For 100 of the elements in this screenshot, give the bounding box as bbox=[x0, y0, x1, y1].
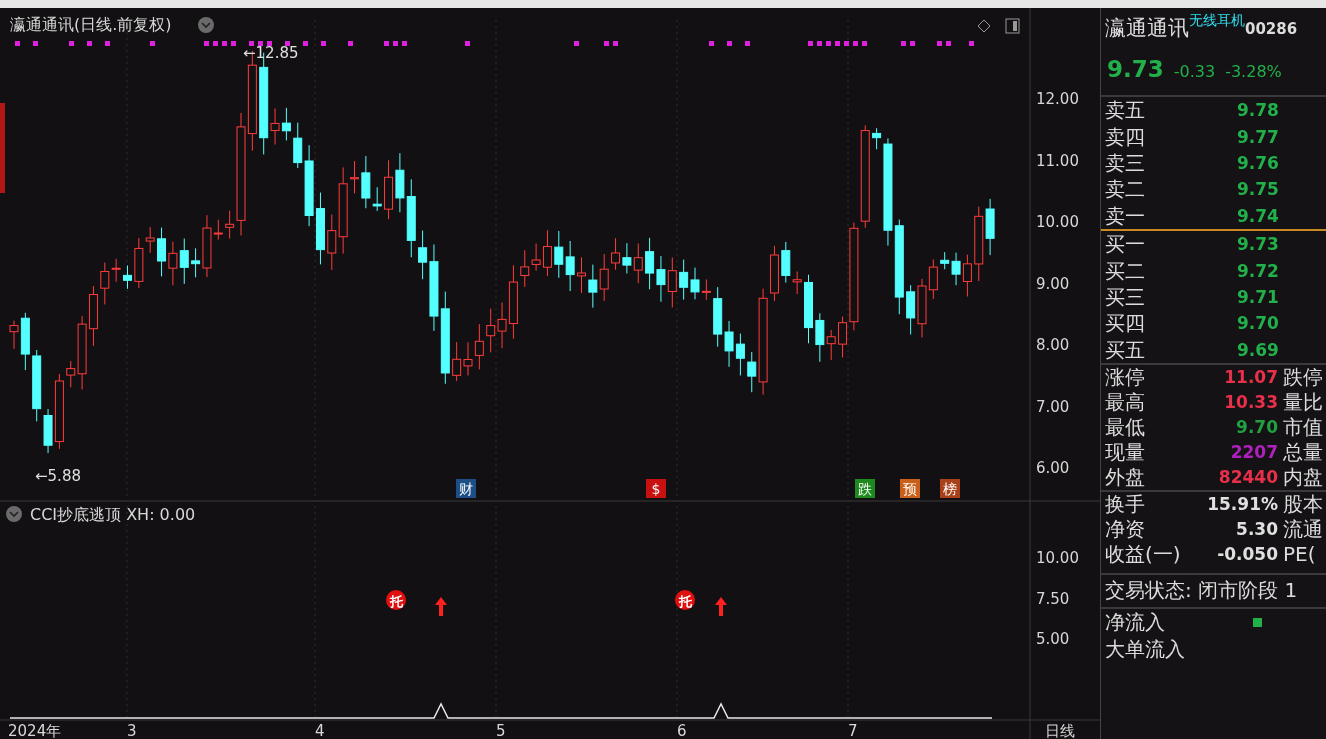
price-tick: 12.00 bbox=[1036, 90, 1079, 108]
candle bbox=[962, 254, 972, 297]
indicator-title: CCI抄底逃顶 XH: 0.00 bbox=[30, 505, 196, 524]
stock-name: 瀛通通讯 bbox=[1105, 16, 1189, 42]
indicator-tick: 5.00 bbox=[1036, 630, 1070, 648]
candle bbox=[985, 198, 995, 256]
high-price-label: ←12.85 bbox=[243, 44, 299, 62]
stat-label: 跌停 bbox=[1283, 364, 1324, 391]
candle bbox=[667, 257, 677, 308]
flow-bar bbox=[1253, 617, 1262, 627]
candle bbox=[350, 160, 359, 194]
event-tag[interactable]: $ bbox=[646, 479, 666, 498]
finance-label: 股本 bbox=[1283, 491, 1324, 518]
candle bbox=[384, 159, 394, 220]
stat-value: 11.07 bbox=[1223, 367, 1278, 388]
bid-label: 买四 bbox=[1104, 310, 1146, 337]
candle bbox=[179, 238, 189, 285]
ask-label: 卖一 bbox=[1104, 202, 1146, 229]
candle bbox=[565, 240, 575, 292]
date-label: 4 bbox=[315, 722, 325, 739]
last-price: 9.73 bbox=[1107, 56, 1164, 82]
candle bbox=[554, 230, 564, 279]
indicator-tick: 10.00 bbox=[1036, 549, 1079, 567]
ask-price: 9.74 bbox=[1237, 205, 1279, 226]
event-tag[interactable]: 预 bbox=[900, 479, 920, 498]
panel-icon[interactable] bbox=[1005, 18, 1020, 34]
event-tag[interactable]: 财 bbox=[456, 479, 476, 498]
bid-price: 9.71 bbox=[1237, 286, 1279, 307]
candle bbox=[588, 264, 598, 309]
price-tick: 10.00 bbox=[1036, 213, 1079, 231]
diamond-icon[interactable] bbox=[977, 19, 991, 33]
bid-label: 买三 bbox=[1104, 283, 1146, 310]
chart-title: 瀛通通讯(日线.前复权) bbox=[10, 15, 172, 34]
candle bbox=[645, 237, 655, 290]
stat-label: 最高 bbox=[1104, 389, 1146, 416]
candle bbox=[123, 265, 132, 290]
stat-value: 9.70 bbox=[1235, 417, 1278, 438]
ask-label: 卖五 bbox=[1104, 97, 1146, 124]
ask-label: 卖四 bbox=[1104, 123, 1146, 150]
dropdown-icon[interactable] bbox=[198, 17, 214, 33]
finance-label: 流通 bbox=[1283, 516, 1324, 543]
date-label: 5 bbox=[496, 722, 506, 739]
stat-label: 涨停 bbox=[1104, 364, 1146, 391]
date-label: 6 bbox=[677, 722, 687, 739]
date-label: 3 bbox=[127, 722, 137, 739]
candle bbox=[804, 274, 813, 344]
price-tick: 6.00 bbox=[1036, 459, 1070, 477]
date-label: 2024年 bbox=[8, 722, 62, 739]
candle bbox=[928, 258, 938, 300]
bid-label: 买一 bbox=[1104, 231, 1146, 258]
candle bbox=[906, 284, 916, 335]
candle bbox=[622, 242, 632, 274]
candle bbox=[157, 227, 167, 277]
candle bbox=[474, 323, 484, 370]
candle bbox=[281, 107, 291, 141]
indicator-tick: 7.50 bbox=[1036, 589, 1070, 608]
event-tag[interactable]: 榜 bbox=[940, 479, 960, 498]
finance-label: PE( bbox=[1283, 541, 1317, 568]
candle bbox=[679, 259, 689, 301]
price-tick: 9.00 bbox=[1036, 274, 1070, 293]
candle bbox=[724, 320, 734, 368]
up-arrow-icon bbox=[435, 597, 447, 616]
finance-value: -0.050 bbox=[1216, 544, 1278, 565]
price-tick: 8.00 bbox=[1036, 336, 1070, 354]
stat-value: 10.33 bbox=[1223, 392, 1278, 413]
finance-label: 换手 bbox=[1104, 491, 1146, 518]
candle bbox=[463, 341, 473, 376]
finance-value: 15.91% bbox=[1206, 494, 1278, 515]
ask-price: 9.75 bbox=[1237, 179, 1279, 200]
low-price-label: ←5.88 bbox=[35, 467, 81, 485]
stat-value: 82440 bbox=[1217, 467, 1278, 488]
candle bbox=[486, 308, 496, 353]
candle bbox=[88, 285, 98, 347]
candle bbox=[599, 253, 609, 302]
up-arrow-icon bbox=[715, 597, 727, 616]
ask-price: 9.77 bbox=[1237, 126, 1279, 147]
stat-label: 市值 bbox=[1283, 414, 1324, 441]
stat-label: 总量 bbox=[1283, 439, 1324, 466]
stat-label: 量比 bbox=[1283, 389, 1324, 416]
candle bbox=[577, 256, 586, 294]
flow-label: 大单流入 bbox=[1104, 636, 1185, 663]
price-change: -0.33 bbox=[1173, 62, 1216, 81]
date-label: 7 bbox=[848, 722, 858, 739]
bid-label: 买二 bbox=[1104, 257, 1146, 284]
candle bbox=[713, 286, 723, 348]
bid-price: 9.73 bbox=[1237, 234, 1279, 255]
bid-price: 9.70 bbox=[1237, 313, 1279, 334]
ask-price: 9.78 bbox=[1237, 100, 1279, 121]
stat-value: 2207 bbox=[1229, 442, 1278, 463]
concept-label: 无线耳机 bbox=[1189, 12, 1245, 28]
candle bbox=[452, 341, 462, 382]
period-label[interactable]: 日线 bbox=[1045, 722, 1075, 739]
collapse-icon[interactable] bbox=[6, 506, 22, 522]
candle bbox=[917, 278, 927, 338]
stat-label: 内盘 bbox=[1283, 464, 1324, 491]
event-tag[interactable]: 跌 bbox=[855, 479, 875, 498]
bid-price: 9.72 bbox=[1237, 260, 1279, 281]
price-tick: 7.00 bbox=[1036, 397, 1070, 416]
candle bbox=[395, 152, 405, 213]
signal-badge: 托 bbox=[675, 590, 695, 610]
